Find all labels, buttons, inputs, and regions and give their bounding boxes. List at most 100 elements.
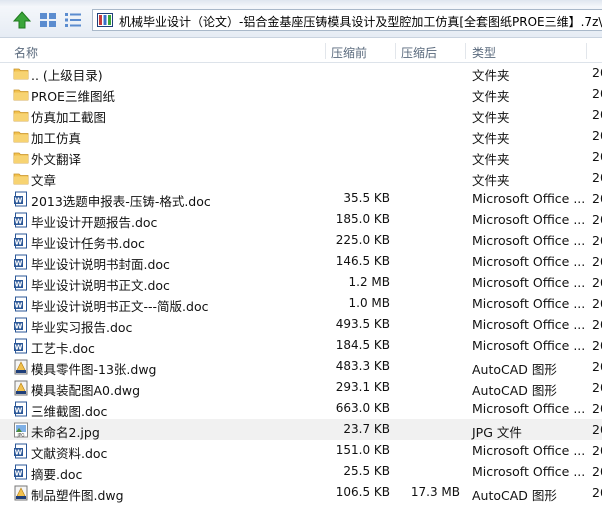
file-type: Microsoft Office ... [472,296,586,311]
file-row[interactable]: .. (上级目录) 文件夹 20 [0,62,602,83]
file-size: 225.0 KB [335,233,390,247]
column-divider[interactable] [395,43,396,59]
file-name: 模具零件图-13张.dwg [31,362,157,377]
word-doc-icon: W [13,275,29,291]
file-name: 毕业设计说明书正文---简版.doc [31,299,209,314]
file-name: 毕业设计说明书封面.doc [31,257,170,272]
column-size[interactable]: 压缩前 [331,44,367,61]
file-date: 20 [592,212,602,227]
file-row[interactable]: W 2013选题申报表-压铸-格式.doc 35.5 KB Microsoft Off… [0,188,602,209]
folder-icon [13,65,29,81]
file-date: 20 [592,191,602,206]
file-row[interactable]: 制品塑件图.dwg 106.5 KB 17.3 MB AutoCAD 图形 20 [0,482,602,503]
folder-icon [13,128,29,144]
file-type: Microsoft Office ... [472,464,586,479]
view-thumbnails-icon[interactable] [38,10,58,30]
file-type: Microsoft Office ... [472,338,586,353]
file-row[interactable]: W 毕业实习报告.doc 493.5 KB Microsoft Office ... 2… [0,314,602,335]
file-type: 文件夹 [472,131,510,146]
file-name: 毕业实习报告.doc [31,320,133,335]
file-name: 文章 [31,173,57,188]
file-row[interactable]: 模具装配图A0.dwg 293.1 KB AutoCAD 图形 20 [0,377,602,398]
view-details-icon[interactable] [63,10,83,30]
file-date: 20 [592,65,602,80]
word-doc-icon: W [13,338,29,354]
file-type: Microsoft Office ... [472,233,586,248]
address-bar[interactable]: 机械毕业设计（论文）-铝合金基座压铸模具设计及型腔加工仿真[全套图纸PROE三维… [92,9,602,31]
column-divider[interactable] [465,43,466,59]
autocad-dwg-icon [13,380,29,396]
file-date: 20 [592,338,602,353]
column-name[interactable]: 名称 [14,44,38,61]
file-row[interactable]: W 毕业设计任务书.doc 225.0 KB Microsoft Office ...… [0,230,602,251]
svg-text:W: W [15,407,23,415]
file-row[interactable]: W 毕业设计说明书正文---简版.doc 1.0 MB Microsoft Offic… [0,293,602,314]
file-type: 文件夹 [472,68,510,83]
file-date: 20 [592,233,602,248]
autocad-dwg-icon [13,485,29,501]
file-name: 外文翻译 [31,152,82,167]
file-name: 未命名2.jpg [31,425,100,440]
file-row[interactable]: W 文献资料.doc 151.0 KB Microsoft Office ... 20 [0,440,602,461]
file-type: Microsoft Office ... [472,401,586,416]
file-type: Microsoft Office ... [472,212,586,227]
file-date: 20 [592,485,602,500]
file-size: 663.0 KB [335,401,390,415]
svg-text:W: W [15,239,23,247]
file-size: 493.5 KB [335,317,390,331]
word-doc-icon: W [13,443,29,459]
svg-text:W: W [15,260,23,268]
file-type: Microsoft Office ... [472,443,586,458]
file-date: 20 [592,443,602,458]
folder-icon [13,107,29,123]
file-type: AutoCAD 图形 [472,383,557,398]
file-size: 35.5 KB [343,191,390,205]
folder-icon [13,149,29,165]
file-row[interactable]: W 三维截图.doc 663.0 KB Microsoft Office ... 20 [0,398,602,419]
file-row[interactable]: 文章 文件夹 20 [0,167,602,188]
file-date: 20 [592,149,602,164]
address-path: 机械毕业设计（论文）-铝合金基座压铸模具设计及型腔加工仿真[全套图纸PROE三维… [119,15,602,29]
file-row[interactable]: 加工仿真 文件夹 20 [0,125,602,146]
toolbar: 机械毕业设计（论文）-铝合金基座压铸模具设计及型腔加工仿真[全套图纸PROE三维… [0,0,602,38]
archive-icon [97,13,113,27]
svg-text:W: W [15,344,23,352]
file-date: 20 [592,359,602,374]
file-name: 2013选题申报表-压铸-格式.doc [31,194,211,209]
column-type[interactable]: 类型 [472,44,496,61]
svg-text:JPG: JPG [16,432,24,437]
file-type: 文件夹 [472,152,510,167]
file-type: Microsoft Office ... [472,254,586,269]
svg-text:W: W [15,302,23,310]
word-doc-icon: W [13,233,29,249]
file-row[interactable]: JPG 未命名2.jpg 23.7 KB JPG 文件 20 [0,419,602,440]
file-row[interactable]: 模具零件图-13张.dwg 483.3 KB AutoCAD 图形 20 [0,356,602,377]
file-row[interactable]: W 毕业设计说明书封面.doc 146.5 KB Microsoft Office .… [0,251,602,272]
file-row[interactable]: 外文翻译 文件夹 20 [0,146,602,167]
file-date: 20 [592,464,602,479]
file-name: 仿真加工截图 [31,110,107,125]
word-doc-icon: W [13,317,29,333]
file-row[interactable]: 仿真加工截图 文件夹 20 [0,104,602,125]
file-row[interactable]: PROE三维图纸 文件夹 20 [0,83,602,104]
svg-text:W: W [15,323,23,331]
file-date: 20 [592,170,602,185]
file-row[interactable]: W 工艺卡.doc 184.5 KB Microsoft Office ... 20 [0,335,602,356]
column-divider[interactable] [325,43,326,59]
file-row[interactable]: W 毕业设计开题报告.doc 185.0 KB Microsoft Office ..… [0,209,602,230]
file-name: 三维截图.doc [31,404,108,419]
column-divider[interactable] [586,43,587,59]
file-packed-size: 17.3 MB [410,485,460,499]
word-doc-icon: W [13,401,29,417]
file-type: 文件夹 [472,89,510,104]
file-name: 毕业设计开题报告.doc [31,215,158,230]
word-doc-icon: W [13,296,29,312]
up-arrow-icon[interactable] [12,10,32,30]
column-header: 名称 压缩前 压缩后 类型 [0,40,602,63]
file-row[interactable]: W 毕业设计说明书正文.doc 1.2 MB Microsoft Office ...… [0,272,602,293]
column-packed[interactable]: 压缩后 [401,44,437,61]
file-type: AutoCAD 图形 [472,488,557,503]
file-size: 23.7 KB [343,422,390,436]
file-date: 20 [592,380,602,395]
file-row[interactable]: W 摘要.doc 25.5 KB Microsoft Office ... 20 [0,461,602,482]
